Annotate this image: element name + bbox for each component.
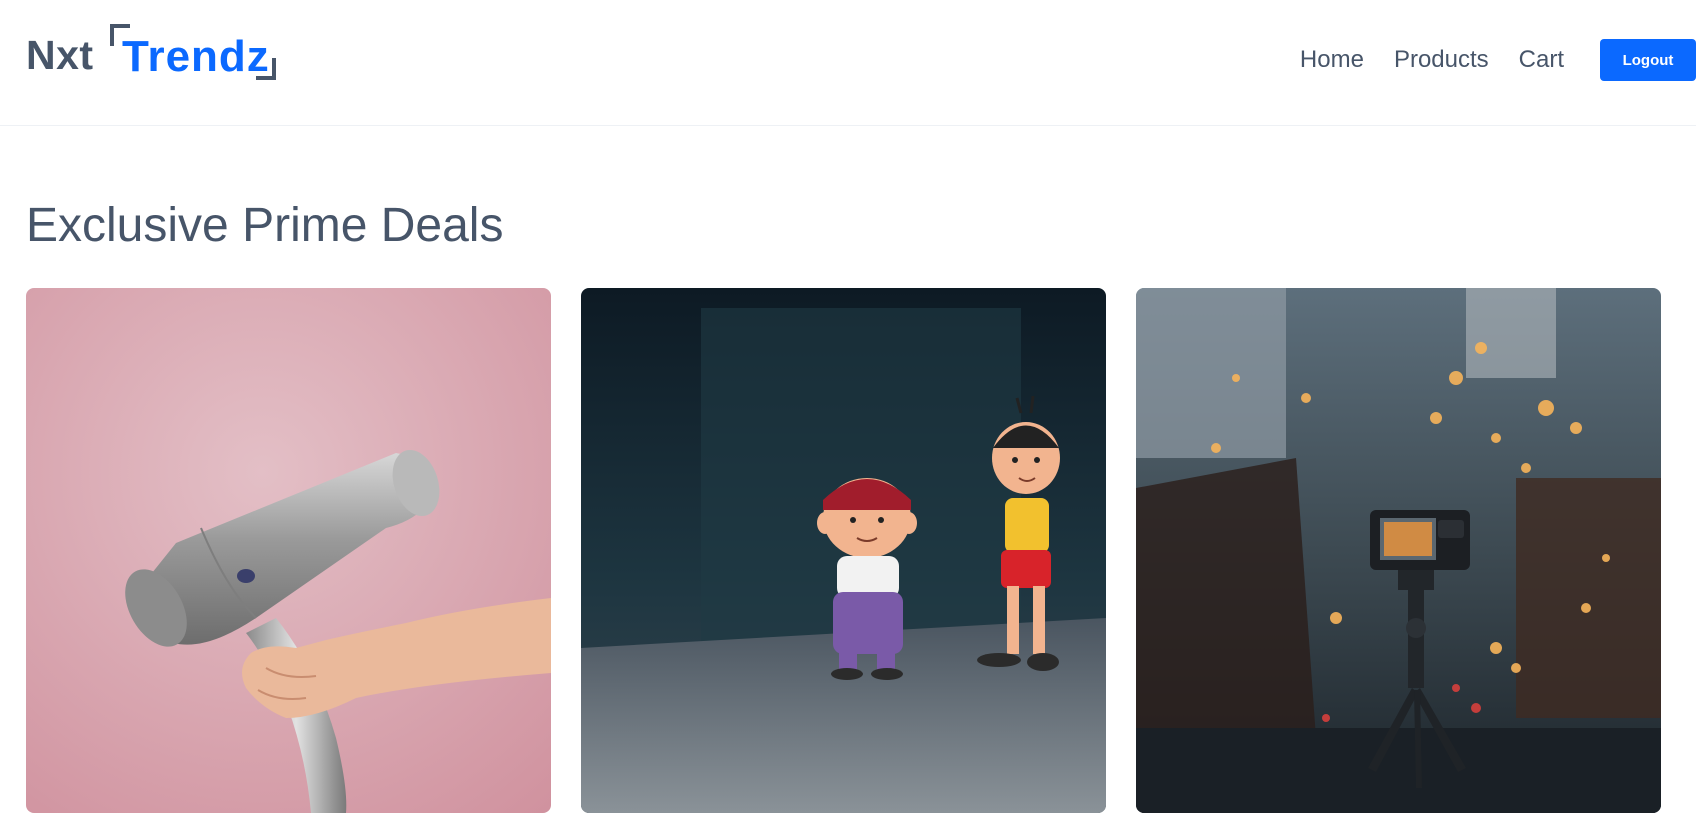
nav-products-link[interactable]: Products [1394,46,1489,74]
logo-bracket-bottom-right [256,58,276,80]
section-title: Exclusive Prime Deals [26,199,504,252]
nav-links: Home Products Cart Logout [1300,39,1696,81]
deal-card-camera-tripod[interactable] [1136,288,1661,813]
navbar: Nxt Trendz Home Products Cart Logout [0,0,1696,126]
deals-grid [26,288,1661,813]
hair-dryer-image [26,288,551,813]
camera-tripod-image [1136,288,1661,813]
toy-figures-image [581,288,1106,813]
nav-cart-link[interactable]: Cart [1519,46,1564,74]
deal-card-hair-dryer[interactable] [26,288,551,813]
logo-prefix: Nxt [26,32,94,78]
logo-name: Trendz [122,32,270,81]
nav-home-link[interactable]: Home [1300,46,1364,74]
deal-card-toy-figures[interactable] [581,288,1106,813]
logout-button[interactable]: Logout [1600,39,1696,81]
brand-logo[interactable]: Nxt Trendz [26,24,286,84]
